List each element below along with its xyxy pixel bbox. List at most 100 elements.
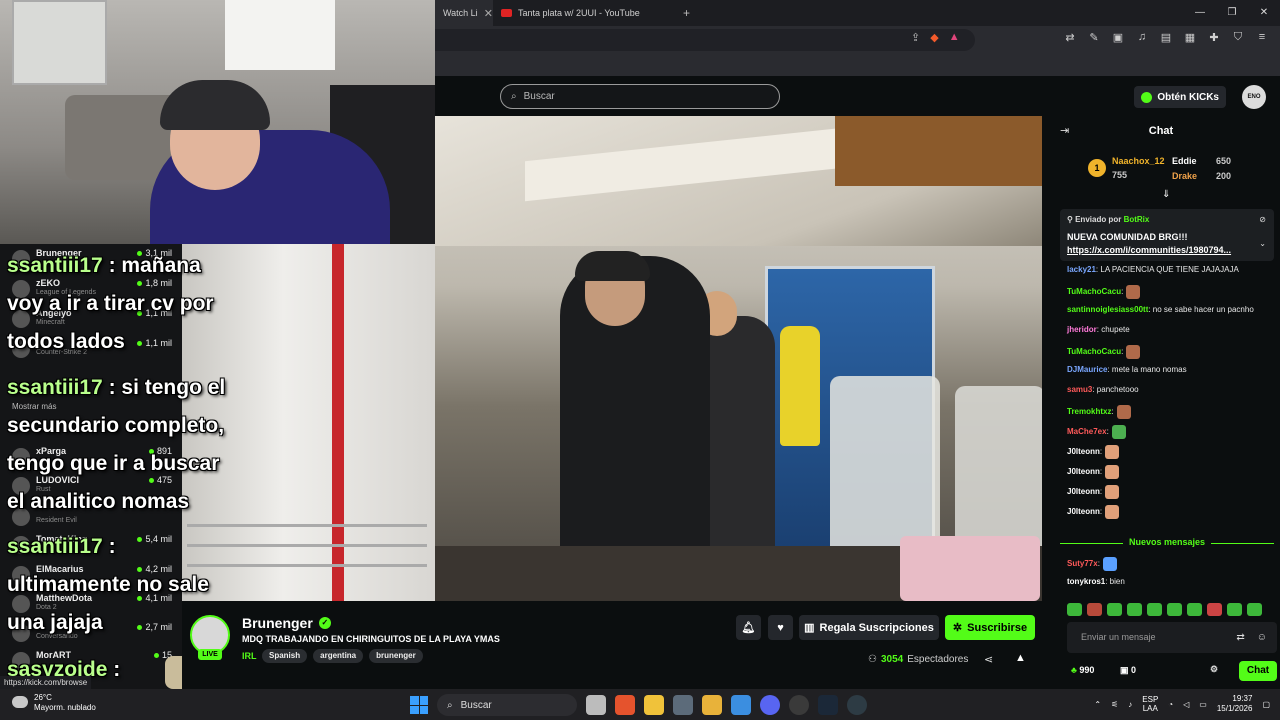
scroll-down-icon[interactable]: ⇓ [1162, 189, 1170, 200]
chat-username[interactable]: J0lteonn [1067, 507, 1100, 516]
report-icon[interactable]: ▲ [1015, 652, 1026, 664]
close-window-icon[interactable]: ✕ [1248, 0, 1280, 26]
clock[interactable]: 19:37 15/1/2026 [1217, 694, 1253, 714]
discord-icon[interactable] [760, 695, 780, 715]
chat-username[interactable]: J0lteonn [1067, 487, 1100, 496]
chat-username[interactable]: J0lteonn [1067, 467, 1100, 476]
brave-shield-icon[interactable]: ◆ [930, 31, 938, 44]
share-icon[interactable]: ⋖ [984, 653, 993, 666]
emote-icon[interactable] [1067, 603, 1082, 616]
hide-icon[interactable]: ⊘ [1259, 215, 1266, 224]
close-icon[interactable]: ✕ [484, 7, 493, 20]
gear-icon[interactable]: ⚙ [1210, 664, 1218, 675]
get-kicks-button[interactable]: Obtén KICKs [1134, 86, 1226, 108]
wallet-icon[interactable]: ▦ [1182, 31, 1198, 44]
bell-icon[interactable]: 🔔︎ [736, 615, 761, 640]
sidebar-icon[interactable]: ▤ [1158, 31, 1174, 44]
chat-username[interactable]: Suty77x [1067, 559, 1098, 568]
emoji-icon[interactable]: ☺ [1257, 632, 1267, 643]
emote-icon[interactable] [1127, 603, 1142, 616]
notifications-icon[interactable]: ▢ [1262, 700, 1270, 709]
avatar[interactable]: ENO [1242, 85, 1266, 109]
chat-username[interactable]: TuMachoCacu [1067, 287, 1121, 296]
emote-icon[interactable] [1107, 603, 1122, 616]
share-icon[interactable]: ⇪ [911, 31, 920, 44]
chat-username[interactable]: TuMachoCacu [1067, 347, 1121, 356]
emote-icon[interactable] [1167, 603, 1182, 616]
chat-username[interactable]: tonykros1 [1067, 577, 1105, 586]
mic-icon[interactable]: ♪ [1128, 700, 1132, 709]
windows-start-icon[interactable] [410, 696, 428, 714]
new-messages-label[interactable]: Nuevos mensajes [1060, 537, 1274, 549]
music-icon[interactable]: ♫ [1134, 31, 1150, 44]
emote-icon[interactable] [1187, 603, 1202, 616]
volume-icon[interactable]: ◁ [1183, 700, 1189, 709]
task-view-icon[interactable] [586, 695, 606, 715]
drops-counter[interactable]: ▣ 0 [1120, 665, 1136, 676]
minimize-icon[interactable]: — [1184, 0, 1216, 26]
vpn-icon[interactable]: ⛉ [1230, 31, 1246, 44]
webcam-overlay [0, 0, 435, 244]
category-link[interactable]: IRL [242, 651, 257, 661]
video-player[interactable] [435, 116, 1042, 601]
chat-username[interactable]: santinnoiglesiass00tt [1067, 305, 1148, 314]
app-icon[interactable] [847, 695, 867, 715]
tag[interactable]: argentina [313, 649, 364, 663]
wifi-icon[interactable]: ◔ [1168, 700, 1173, 709]
new-tab-button[interactable]: + [683, 6, 690, 20]
notepad-icon[interactable] [731, 695, 751, 715]
chevron-down-icon[interactable]: ⌄ [1259, 239, 1266, 248]
chevron-up-icon[interactable]: ⌃ [1094, 700, 1101, 709]
brave-browser-icon[interactable] [615, 695, 635, 715]
url-field[interactable] [435, 29, 975, 51]
chat-username[interactable]: Tremokhtxz [1067, 407, 1111, 416]
emote-icon[interactable] [1247, 603, 1262, 616]
menu-icon[interactable]: ≡ [1254, 31, 1270, 44]
window-controls: — ❐ ✕ [1184, 0, 1280, 26]
tab-youtube[interactable]: Tanta plata w/ 2UUI - YouTube [493, 0, 653, 26]
steam-icon[interactable] [818, 695, 838, 715]
tab-kick[interactable]: Watch Li ✕ [435, 0, 493, 26]
chat-username[interactable]: samu3 [1067, 385, 1092, 394]
screenshot-icon[interactable]: ▣ [1110, 31, 1126, 44]
heart-icon[interactable]: ♥ [768, 615, 793, 640]
channel-name[interactable]: Brunenger ✓ [242, 615, 331, 631]
emote-icon[interactable] [1227, 603, 1242, 616]
chat-message-input[interactable]: Enviar un mensaje ⇄ ☺ [1067, 622, 1277, 653]
send-chat-button[interactable]: Chat [1239, 661, 1277, 681]
extension-icon[interactable]: ✎ [1086, 31, 1102, 44]
translate-icon[interactable]: ⇄ [1062, 31, 1078, 44]
pinned-link[interactable]: https://x.com/i/communities/1980794... [1067, 245, 1231, 255]
chat-message: Suty77x: [1067, 556, 1275, 576]
chat-username[interactable]: lacky21 [1067, 265, 1096, 274]
app-icon[interactable] [702, 695, 722, 715]
chat-username[interactable]: J0lteonn [1067, 447, 1100, 456]
chat-username[interactable]: DJMaurice [1067, 365, 1107, 374]
gift-subs-button[interactable]: ▥ Regala Suscripciones [799, 615, 939, 640]
pinned-message[interactable]: ⚲ Enviado por BotRix ⊘ NUEVA COMUNIDAD B… [1060, 209, 1274, 261]
obs-icon[interactable] [789, 695, 809, 715]
file-explorer-icon[interactable] [644, 695, 664, 715]
tag[interactable]: Spanish [262, 649, 308, 663]
rewards-icon[interactable]: ▲ [949, 31, 960, 44]
channel-points[interactable]: ♣ 990 [1071, 665, 1094, 675]
taskbar-search[interactable]: ⌕ Buscar [437, 694, 577, 716]
weather-widget[interactable]: 26°C Mayorm. nublado [12, 693, 96, 713]
chat-username[interactable]: jheridor [1067, 325, 1097, 334]
translate-icon[interactable]: ⇄ [1236, 632, 1244, 643]
address-bar-row: ⇪ ◆ ▲ ⇄ ✎ ▣ ♫ ▤ ▦ ✚ ⛉ ≡ [435, 26, 1280, 54]
language-indicator[interactable]: ESP LAA [1142, 695, 1158, 713]
network-icon[interactable]: ⚟ [1111, 700, 1118, 709]
battery-icon[interactable]: ▭ [1199, 700, 1207, 709]
calculator-icon[interactable] [673, 695, 693, 715]
maximize-icon[interactable]: ❐ [1216, 0, 1248, 26]
subscribe-button[interactable]: ✲ Suscribirse [945, 615, 1035, 640]
search-input[interactable]: ⌕ Buscar [500, 84, 780, 109]
emote-icon [1116, 405, 1131, 419]
puzzle-icon[interactable]: ✚ [1206, 31, 1222, 44]
tag[interactable]: brunenger [369, 649, 423, 663]
emote-icon[interactable] [1147, 603, 1162, 616]
emote-icon[interactable] [1207, 603, 1222, 616]
emote-icon[interactable] [1087, 603, 1102, 616]
chat-username[interactable]: MaChe7ex [1067, 427, 1107, 436]
